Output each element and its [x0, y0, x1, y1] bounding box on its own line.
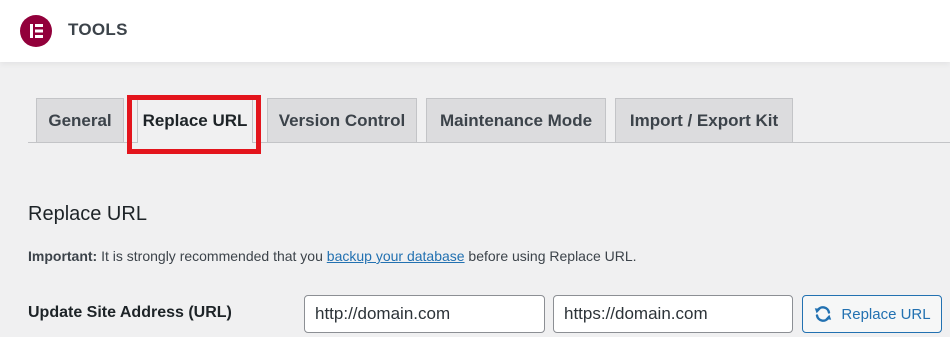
page-title: TOOLS	[68, 20, 128, 39]
tab-version-control[interactable]: Version Control	[267, 98, 417, 142]
tab-general[interactable]: General	[36, 98, 124, 142]
tab-maintenance-mode[interactable]: Maintenance Mode	[426, 98, 606, 142]
section-title: Replace URL	[28, 203, 147, 225]
replace-url-button-label: Replace URL	[841, 305, 931, 323]
tab-replace-url[interactable]: Replace URL	[137, 98, 253, 143]
elementor-logo-icon	[20, 15, 52, 47]
update-site-address-label: Update Site Address (URL)	[28, 304, 232, 321]
notice-text-before: It is strongly recommended that you	[97, 248, 327, 264]
tab-bar: General Replace URL Version Control Main…	[28, 98, 950, 143]
new-url-input[interactable]	[553, 295, 793, 333]
top-bar: TOOLS	[0, 0, 950, 62]
backup-notice: Important: It is strongly recommended th…	[28, 248, 637, 264]
old-url-input[interactable]	[304, 295, 545, 333]
notice-important-label: Important:	[28, 248, 98, 264]
replace-url-button[interactable]: Replace URL	[802, 295, 942, 333]
refresh-icon	[813, 304, 833, 324]
tab-import-export-kit[interactable]: Import / Export Kit	[615, 98, 793, 142]
notice-text-after: before using Replace URL.	[464, 248, 637, 264]
backup-database-link[interactable]: backup your database	[327, 248, 465, 264]
